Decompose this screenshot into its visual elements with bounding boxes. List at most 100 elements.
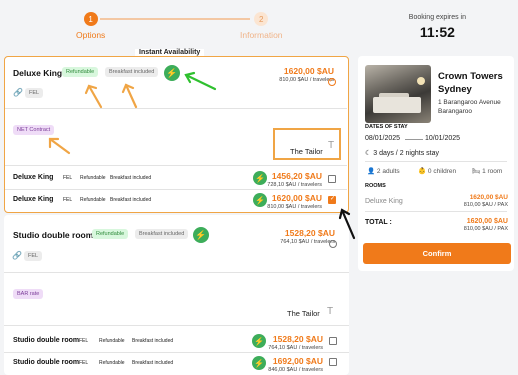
stay-duration: ☾ 3 days / 2 nights stay bbox=[365, 149, 439, 157]
price-total: 1528,20 $AU bbox=[284, 228, 335, 238]
supplier-name: The Tailor bbox=[290, 147, 323, 156]
divider bbox=[4, 272, 349, 273]
price-per-pax: 810,00 $AU / PAX bbox=[463, 202, 508, 208]
address-line: 1 Barangaroo Avenue bbox=[438, 99, 501, 106]
total-label: TOTAL : bbox=[365, 219, 392, 226]
price-total: 1620,00 $AU bbox=[469, 194, 508, 201]
rate-checkbox[interactable] bbox=[328, 175, 336, 183]
step-label: Options bbox=[76, 30, 106, 40]
expiry-timer: 11:52 bbox=[419, 24, 455, 40]
price-per-traveler: 728,10 $AU / travelers bbox=[267, 182, 322, 188]
stepper-line bbox=[100, 18, 250, 20]
rate-row-title: Studio double room bbox=[13, 337, 80, 344]
adults-count: 👤 2 adults bbox=[367, 167, 400, 175]
price-per-traveler: 846,00 $AU / travelers bbox=[268, 367, 323, 373]
instant-bolt-icon: ⚡ bbox=[253, 193, 267, 207]
rate-checkbox[interactable] bbox=[329, 358, 337, 366]
divider bbox=[5, 165, 347, 166]
breakfast-badge: Breakfast included bbox=[110, 175, 152, 181]
breakfast-badge: Breakfast included bbox=[132, 360, 174, 366]
step-information[interactable]: 2 Information bbox=[240, 12, 283, 40]
fel-badge: FEL bbox=[24, 251, 43, 261]
lamp-shape bbox=[417, 77, 425, 85]
rooms-count: 🛏 1 room bbox=[472, 167, 502, 175]
date-arrow bbox=[405, 139, 423, 140]
summary-room-price: 1620,00 $AU 810,00 $AU / PAX bbox=[464, 194, 508, 208]
rate-price: 1456,20 $AU 728,10 $AU / travelers bbox=[267, 171, 322, 188]
summary-total-price: 1620,00 $AU 810,00 $AU / PAX bbox=[464, 218, 508, 232]
rate-price: 1692,00 $AU 846,00 $AU / travelers bbox=[268, 356, 323, 373]
price-total: 1620,00 $AU bbox=[466, 218, 508, 225]
booking-stepper: 1 Options 2 Information Booking expires … bbox=[0, 0, 518, 52]
step-number: 1 bbox=[83, 12, 98, 26]
refundable-badge: Refundable bbox=[80, 197, 106, 203]
refundable-badge: Refundable bbox=[92, 229, 129, 239]
price-total: 1620,00 $AU bbox=[271, 193, 322, 203]
room-card-deluxe-king: Instant Availability Deluxe King Refunda… bbox=[4, 49, 349, 213]
rooms-text: 1 room bbox=[482, 168, 503, 175]
instant-bolt-icon: ⚡ bbox=[164, 65, 180, 81]
address-line: Barangaroo bbox=[438, 108, 472, 115]
price-per-traveler: 810,00 $AU / travelers bbox=[267, 204, 322, 210]
instant-bolt-icon: ⚡ bbox=[193, 227, 209, 243]
refundable-badge: Refundable bbox=[99, 338, 125, 344]
confirm-button[interactable]: Confirm bbox=[363, 243, 511, 264]
rate-row-title: Deluxe King bbox=[13, 196, 54, 203]
step-options[interactable]: 1 Options bbox=[76, 12, 105, 40]
divider bbox=[5, 108, 347, 109]
dates-label: DATES OF STAY bbox=[365, 124, 408, 130]
hotel-name-line: Sydney bbox=[438, 84, 472, 95]
booking-expiry: Booking expires in 11:52 bbox=[409, 14, 466, 40]
rate-row-title: Studio double room bbox=[13, 359, 80, 366]
bed-shape bbox=[373, 97, 421, 113]
room-title: Studio double room bbox=[13, 230, 94, 240]
breakfast-badge: Breakfast included bbox=[132, 338, 174, 344]
instant-bolt-icon: ⚡ bbox=[252, 356, 266, 370]
fel-badge: FEL bbox=[63, 175, 73, 181]
adults-text: 2 adults bbox=[376, 168, 400, 175]
instant-availability-label: Instant Availability bbox=[135, 49, 205, 56]
rate-row-title: Deluxe King bbox=[13, 174, 54, 181]
expiry-label: Booking expires in bbox=[408, 14, 466, 21]
instant-bolt-icon: ⚡ bbox=[252, 334, 266, 348]
breakfast-badge: Breakfast included bbox=[135, 229, 189, 239]
rate-badge: BAR rate bbox=[13, 289, 44, 299]
hotel-name: Crown Towers Sydney bbox=[438, 70, 503, 96]
step-number: 2 bbox=[254, 12, 269, 26]
room-title: Deluxe King bbox=[13, 68, 63, 78]
divider bbox=[365, 211, 507, 212]
price-per-pax: 810,00 $AU / PAX bbox=[463, 226, 508, 232]
divider bbox=[4, 325, 349, 326]
rate-price: 1528,20 $AU 764,10 $AU / travelers bbox=[268, 334, 323, 351]
rate-price: 1620,00 $AU 810,00 $AU / travelers bbox=[267, 193, 322, 210]
refundable-badge: Refundable bbox=[99, 360, 125, 366]
moon-icon: ☾ bbox=[365, 150, 372, 157]
refundable-badge: Refundable bbox=[80, 175, 106, 181]
divider bbox=[4, 352, 349, 353]
supplier-name: The Tailor bbox=[287, 309, 320, 318]
supplier-logo-icon: T bbox=[327, 306, 334, 317]
price-total: 1692,00 $AU bbox=[272, 356, 323, 366]
hotel-photo bbox=[365, 65, 431, 123]
room-select-radio[interactable] bbox=[328, 77, 336, 86]
children-text: 0 children bbox=[427, 168, 457, 175]
date-from: 08/01/2025 bbox=[365, 135, 401, 142]
contract-badge: NET Contract bbox=[13, 125, 55, 135]
summary-room-name: Deluxe King bbox=[365, 198, 403, 205]
rate-checkbox[interactable] bbox=[329, 337, 337, 345]
step-label: Information bbox=[240, 30, 283, 40]
stay-duration-text: 3 days / 2 nights stay bbox=[373, 150, 439, 157]
fel-badge: FEL bbox=[79, 360, 89, 366]
price-total: 1528,20 $AU bbox=[272, 334, 323, 344]
room-price: 1528,20 $AU 764,10 $AU / travelers bbox=[280, 228, 335, 245]
price-per-traveler: 764,10 $AU / travelers bbox=[268, 345, 323, 351]
rate-checkbox[interactable] bbox=[328, 195, 336, 204]
date-to: 10/01/2025 bbox=[425, 135, 461, 142]
hotel-address: 1 Barangaroo Avenue Barangaroo bbox=[438, 98, 501, 116]
fel-badge: FEL bbox=[25, 88, 44, 98]
price-total: 1456,20 $AU bbox=[271, 171, 322, 181]
breakfast-badge: Breakfast included bbox=[110, 197, 152, 203]
price-per-traveler: 810,00 $AU / travelers bbox=[279, 77, 334, 83]
room-select-radio[interactable] bbox=[329, 240, 337, 248]
person-icon: 👤 bbox=[367, 168, 376, 175]
